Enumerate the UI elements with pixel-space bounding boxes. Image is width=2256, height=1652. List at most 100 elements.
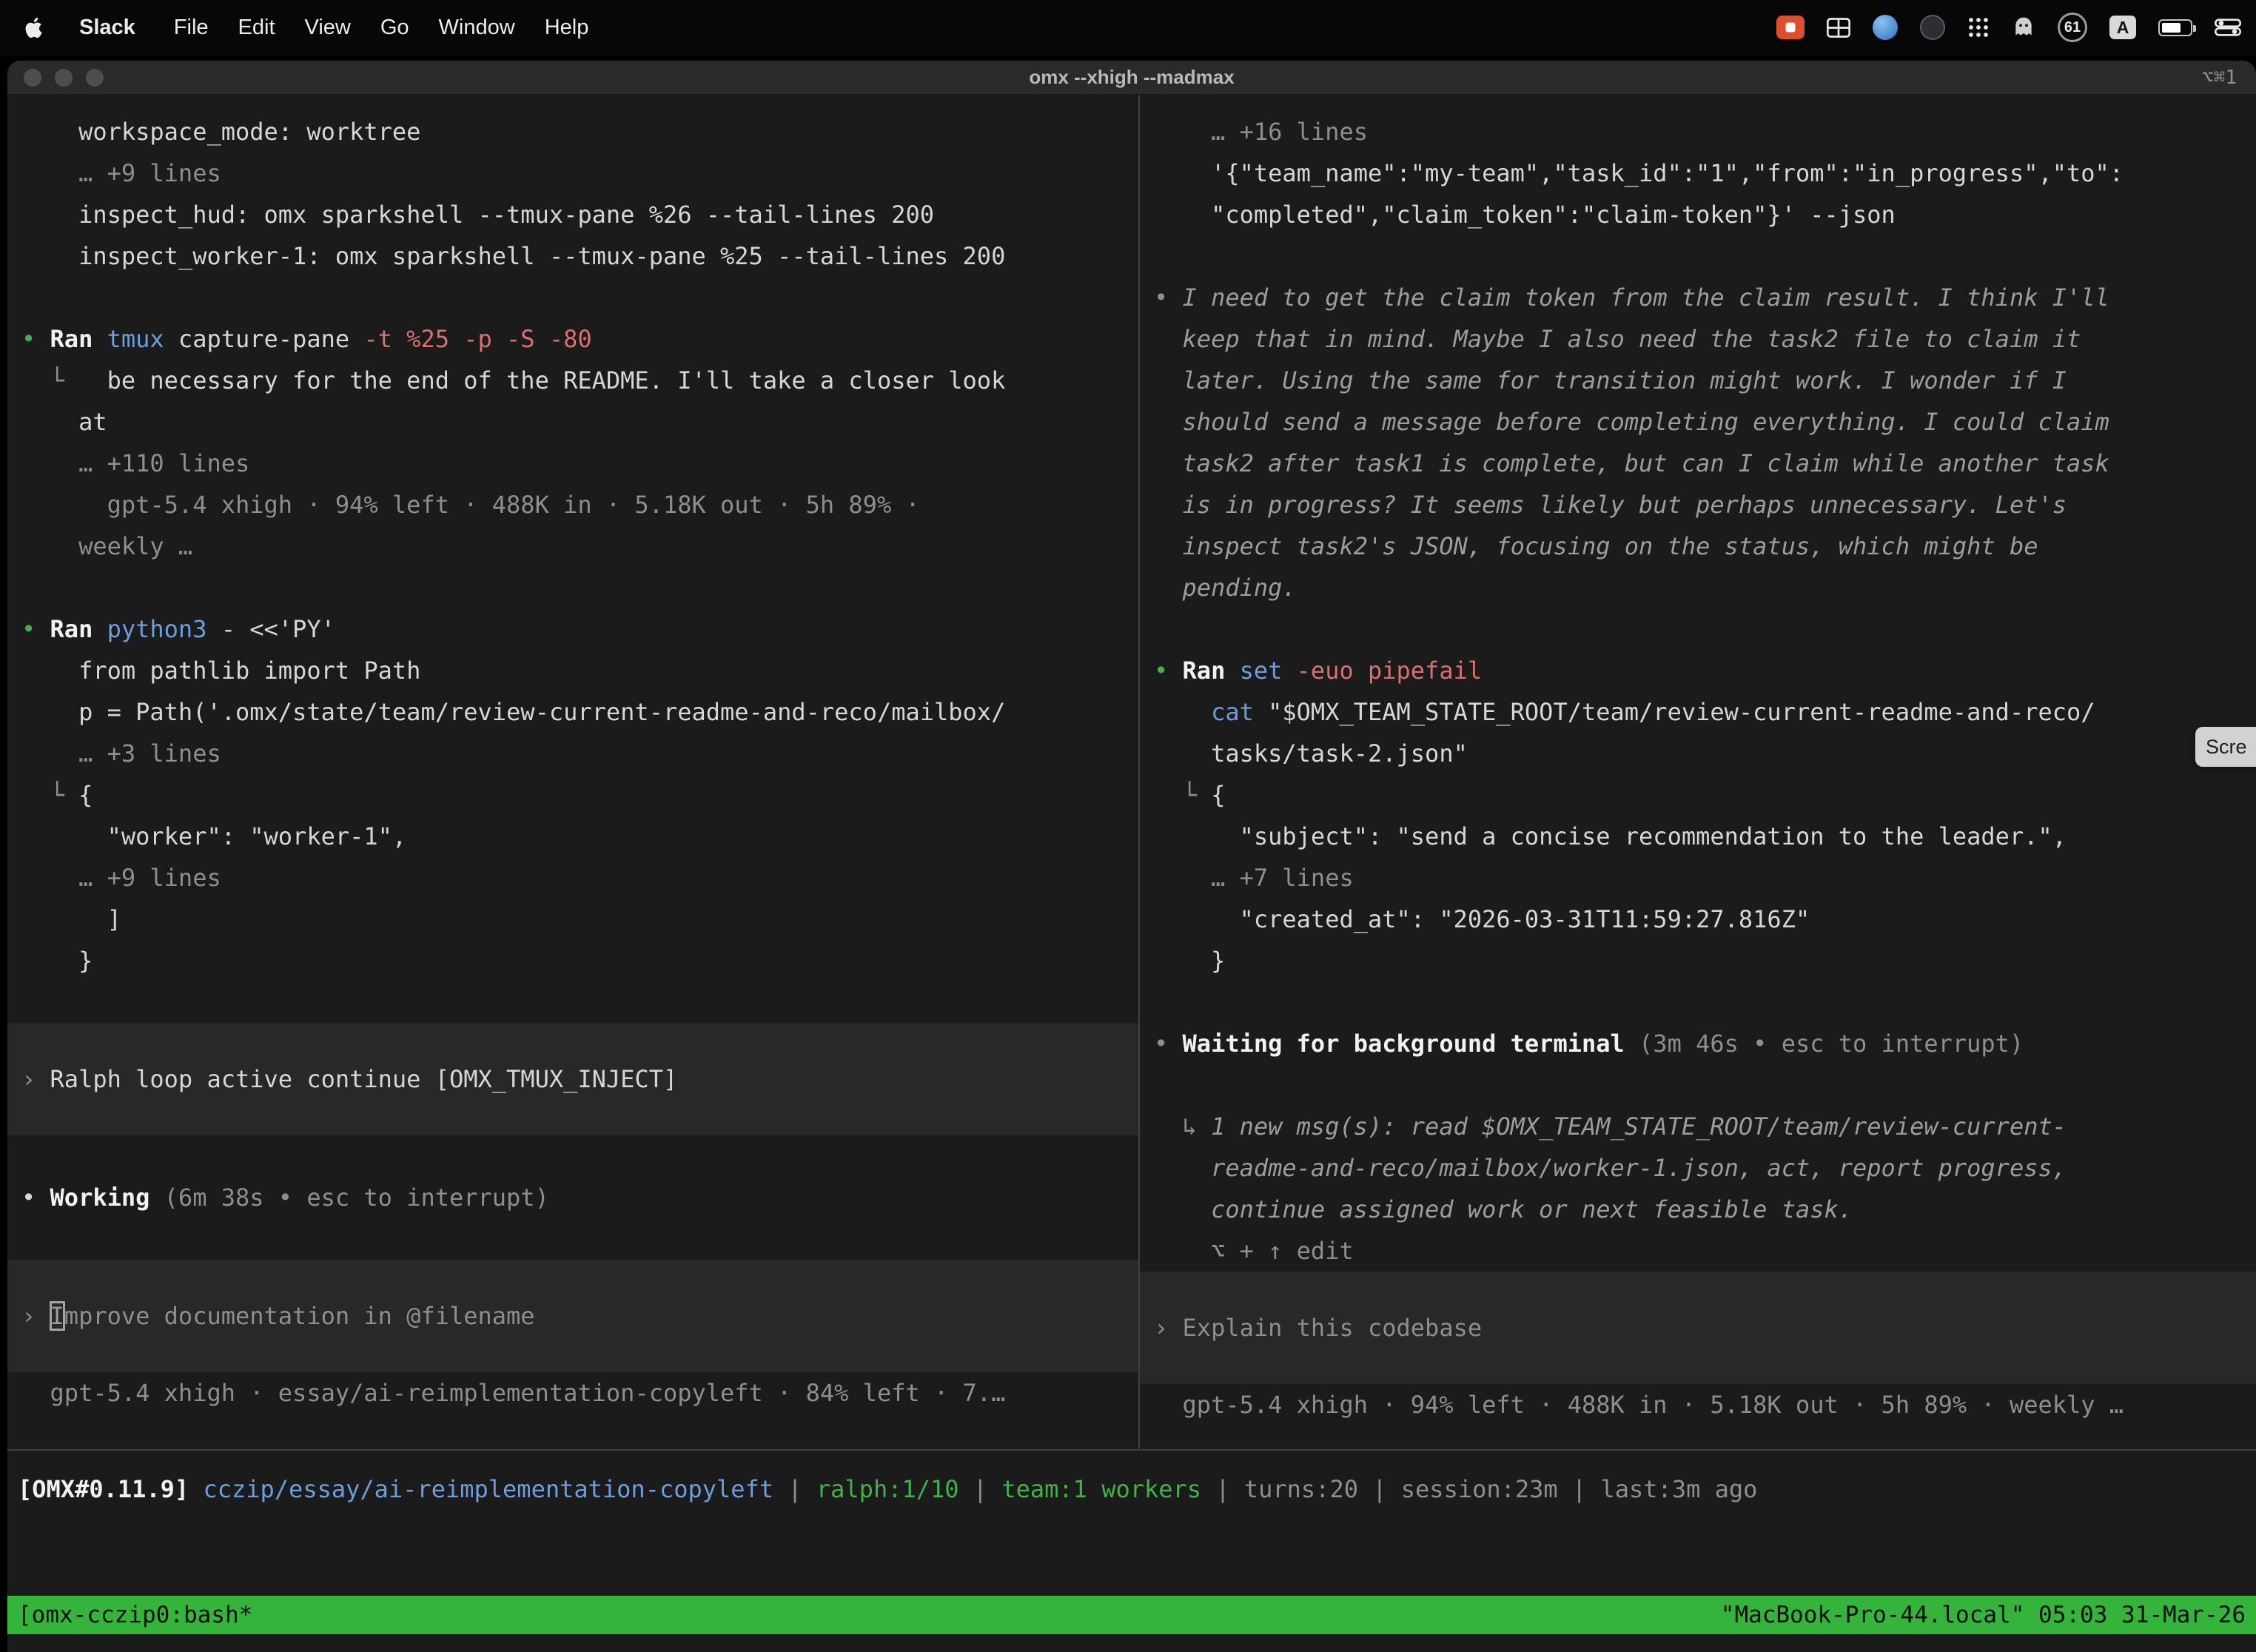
terminal-line: … +110 lines xyxy=(21,443,1138,484)
dark-app-icon[interactable] xyxy=(1920,15,1945,40)
menu-item-go[interactable]: Go xyxy=(380,16,409,39)
text-segment: "worker": "worker-1", xyxy=(21,822,406,850)
text-segment: "subject": "send a concise recommendatio… xyxy=(1154,822,2067,850)
text-segment: gpt-5.4 xhigh · 94% left · 488K in · 5.1… xyxy=(1154,1391,2124,1419)
text-segment: inspect_hud: omx sparkshell --tmux-pane … xyxy=(21,201,934,229)
status-segment xyxy=(189,1475,203,1503)
text-segment: Working xyxy=(50,1183,150,1212)
window-grid-icon[interactable] xyxy=(1827,18,1850,38)
terminal-line: inspect_worker-1: omx sparkshell --tmux-… xyxy=(21,235,1138,277)
terminal-line: continue assigned work or next feasible … xyxy=(1154,1189,2256,1230)
battery-percent-badge[interactable]: 61 xyxy=(2058,13,2087,42)
text-segment: (6m 38s • esc to interrupt) xyxy=(150,1183,548,1212)
status-segment: cczip/essay/ai-reimplementation-copyleft xyxy=(203,1475,773,1503)
ran-set-line: • Ran set -euo pipefail xyxy=(1154,650,2256,691)
text-segment: I need to get the claim token from the c… xyxy=(1183,283,2109,312)
status-segment: | xyxy=(1201,1475,1244,1503)
text-segment: continue assigned work or next feasible … xyxy=(1154,1195,1853,1223)
control-center-icon[interactable] xyxy=(2215,19,2241,36)
text-segment: is in progress? It seems likely but perh… xyxy=(1154,491,2067,519)
text-segment: … +16 lines xyxy=(1154,118,1368,146)
terminal-line: … +16 lines xyxy=(1154,111,2256,152)
text-segment: mprove documentation in @filename xyxy=(64,1302,535,1330)
status-segment: | xyxy=(1558,1475,1601,1503)
text-segment: readme-and-reco/mailbox/worker-1.json, a… xyxy=(1154,1154,2067,1182)
text-segment: └ xyxy=(1154,781,1211,809)
terminal-line: └ be necessary for the end of the README… xyxy=(21,360,1138,401)
menu-item-view[interactable]: View xyxy=(305,16,351,39)
status-segment: | xyxy=(959,1475,1002,1503)
text-segment: ⌥ + ↑ edit xyxy=(1154,1237,1354,1265)
menu-item-file[interactable]: File xyxy=(174,16,209,39)
active-app-name[interactable]: Slack xyxy=(79,16,135,40)
minimize-button[interactable] xyxy=(55,69,73,87)
blue-app-icon[interactable] xyxy=(1873,15,1898,40)
terminal-line: … +9 lines xyxy=(21,857,1138,899)
composer-input-right[interactable]: › Explain this codebase xyxy=(1140,1272,2256,1384)
terminal-line: inspect task2's JSON, focusing on the st… xyxy=(1154,526,2256,567)
text-segment: pending. xyxy=(1154,574,1297,602)
tmux-status-bar: [omx-cczip0:bash* "MacBook-Pro-44.local"… xyxy=(7,1596,2256,1634)
terminal-line: … +3 lines xyxy=(21,733,1138,774)
text-segment: -euo pipefail xyxy=(1297,657,1482,685)
ghost-icon[interactable] xyxy=(2012,16,2035,39)
terminal-line xyxy=(1154,235,2256,277)
status-segment: ralph:1/10 xyxy=(816,1475,959,1503)
text-segment: } xyxy=(21,947,93,975)
text-segment: › xyxy=(1154,1314,1183,1342)
menu-bar-left: Slack File Edit View Go Window Help xyxy=(0,16,618,40)
text-segment: "completed","claim_token":"claim-token"}… xyxy=(1154,201,1896,229)
terminal-line: "completed","claim_token":"claim-token"}… xyxy=(1154,194,2256,235)
waiting-status-line: • Waiting for background terminal (3m 46… xyxy=(1154,1023,2256,1064)
battery-icon[interactable] xyxy=(2158,19,2192,36)
window-titlebar: omx --xhigh --madmax ⌥⌘1 xyxy=(7,61,2256,95)
zoom-button[interactable] xyxy=(86,69,104,87)
menu-item-help[interactable]: Help xyxy=(545,16,589,39)
terminal-line: weekly … xyxy=(21,526,1138,567)
text-segment: • xyxy=(21,325,50,353)
text-segment: task2 after task1 is complete, but can I… xyxy=(1154,449,2109,477)
terminal-line: inspect_hud: omx sparkshell --tmux-pane … xyxy=(21,194,1138,235)
text-segment: keep that in mind. Maybe I also need the… xyxy=(1154,325,2081,353)
text-segment: python3 xyxy=(107,615,207,643)
tmux-panes: workspace_mode: worktree … +9 lines insp… xyxy=(7,95,2256,1449)
text-segment: weekly … xyxy=(21,532,192,560)
screenshot-toast[interactable]: Scre xyxy=(2195,727,2256,767)
text-segment: } xyxy=(1154,947,1225,975)
text-segment: Explain this codebase xyxy=(1183,1314,1483,1342)
input-source-icon[interactable]: A xyxy=(2109,16,2136,39)
text-segment: › xyxy=(21,1302,50,1330)
text-segment: should send a message before completing … xyxy=(1154,408,2109,436)
text-segment: • xyxy=(1154,657,1183,685)
menu-bar-status-icons: 61 A xyxy=(1776,13,2256,42)
text-segment: capture-pane xyxy=(178,325,363,353)
text-segment: tmux xyxy=(107,325,178,353)
composer-input-left[interactable]: › Improve documentation in @filename xyxy=(7,1260,1138,1372)
terminal-line xyxy=(21,981,1138,1023)
text-segment: "$OMX_TEAM_STATE_ROOT/team/review-curren… xyxy=(1268,698,2095,726)
close-button[interactable] xyxy=(24,69,41,87)
text-segment: "created_at": "2026-03-31T11:59:27.816Z" xyxy=(1154,905,1810,933)
status-segment: [OMX#0.11.9] xyxy=(18,1475,189,1503)
text-segment: Ran xyxy=(1183,657,1240,685)
text-segment: be necessary for the end of the README. … xyxy=(107,366,1006,394)
apple-menu-icon[interactable] xyxy=(25,16,45,40)
right-pane[interactable]: … +16 lines '{"team_name":"my-team","tas… xyxy=(1140,95,2256,1449)
menu-item-window[interactable]: Window xyxy=(439,16,515,39)
status-segment: session:23m xyxy=(1401,1475,1558,1503)
dots-grid-icon[interactable] xyxy=(1967,16,1990,38)
terminal-line: from pathlib import Path xyxy=(21,650,1138,691)
text-segment: - <<'PY' xyxy=(207,615,335,643)
text-segment: … +7 lines xyxy=(1154,864,1354,892)
status-segment: | xyxy=(1358,1475,1401,1503)
terminal-line: p = Path('.omx/state/team/review-current… xyxy=(21,691,1138,733)
tmux-session-label: [omx-cczip0:bash* xyxy=(18,1596,252,1634)
text-segment: • xyxy=(21,1183,50,1212)
menu-item-edit[interactable]: Edit xyxy=(238,16,275,39)
text-segment: gpt-5.4 xhigh · 94% left · 488K in · 5.1… xyxy=(21,491,920,519)
text-segment: at xyxy=(21,408,107,436)
panes-bottom-border xyxy=(7,1449,2256,1451)
text-segment: cat xyxy=(1211,698,1268,726)
left-pane[interactable]: workspace_mode: worktree … +9 lines insp… xyxy=(7,95,1138,1449)
screen-recording-icon[interactable] xyxy=(1776,16,1805,39)
